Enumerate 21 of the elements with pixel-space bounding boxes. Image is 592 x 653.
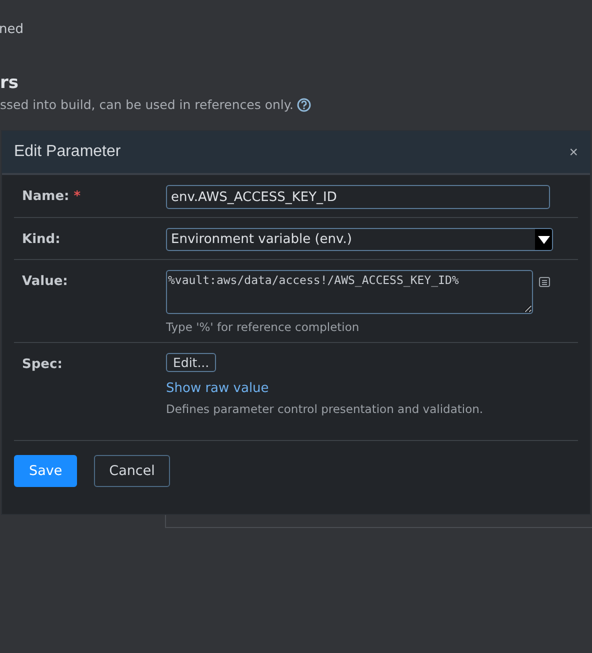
field-label: Name: [22, 189, 70, 204]
show-raw-value-link[interactable]: Show raw value [166, 381, 269, 396]
value-field[interactable]: %vault:aws/data/access!/AWS_ACCESS_KEY_ID% [166, 270, 533, 314]
name-field[interactable]: env.AWS_ACCESS_KEY_ID [166, 185, 550, 209]
kind-dropdown[interactable]: Environment variable (env.) [166, 228, 553, 251]
section-text: ned [0, 22, 24, 39]
section-heading: rs [0, 73, 20, 93]
field-hint: Type '%' for reference completion [166, 320, 360, 334]
section-description: ssed into build, can be used in references only. [0, 97, 294, 112]
edit-button[interactable]: Edit... [166, 353, 216, 372]
cancel-button[interactable]: Cancel [94, 455, 170, 487]
dropdown-arrow-icon [538, 236, 550, 244]
required-mark: * [74, 189, 81, 204]
field-label: Spec: [22, 356, 64, 374]
help-icon[interactable] [297, 98, 312, 112]
close-button[interactable]: × [569, 144, 578, 160]
dialog-title: Edit Parameter [14, 143, 121, 161]
field-label: Value: [22, 273, 69, 291]
field-label: Kind: [22, 231, 62, 249]
field-hint: Defines parameter control presentation and validation. [166, 402, 484, 416]
list-icon[interactable] [539, 277, 550, 287]
